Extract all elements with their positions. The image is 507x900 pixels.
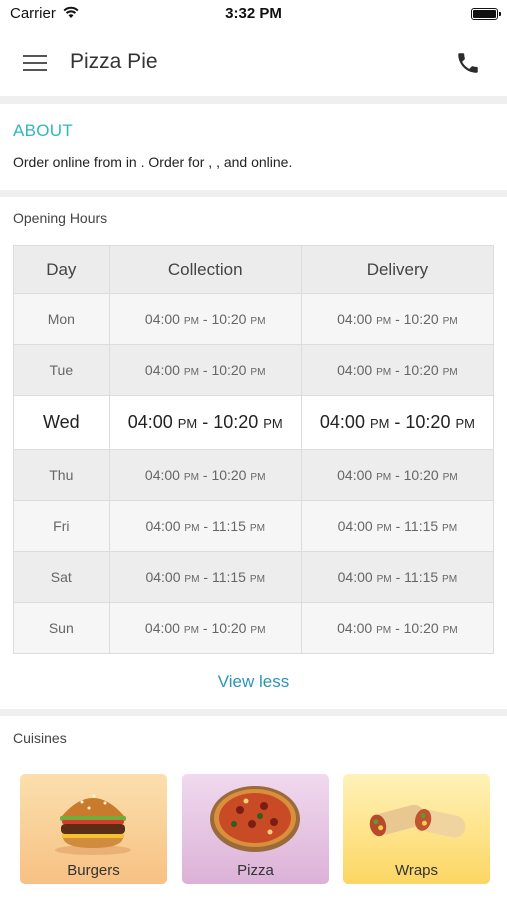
collection-time-cell: 04:00 PM - 10:20 PM (108, 449, 302, 501)
delivery-time-cell: 04:00 PM - 10:20 PM (300, 449, 495, 501)
table-row: Thu 04:00 PM - 10:20 PM 04:00 PM - 10:20 P… (13, 449, 495, 501)
day-cell: Sun (13, 602, 110, 654)
wrap-icon (369, 804, 466, 838)
table-row: Sun 04:00 PM - 10:20 PM 04:00 PM - 10:20 P… (13, 602, 495, 654)
day-cell: Sat (13, 551, 110, 603)
cuisine-label: Burgers (67, 862, 120, 879)
cuisines-title: Cuisines (13, 730, 67, 746)
delivery-time-cell: 04:00 PM - 11:15 PM (300, 500, 495, 552)
opening-hours-title: Opening Hours (13, 210, 108, 226)
day-cell: Thu (13, 449, 110, 501)
column-header-collection: Collection (108, 245, 302, 294)
about-title: ABOUT (13, 121, 74, 140)
column-header-delivery: Delivery (300, 245, 495, 294)
opening-hours-section: Opening Hours Day Collection Delivery Mo… (0, 197, 507, 709)
battery-icon (471, 8, 501, 20)
collection-time-cell: 04:00 PM - 11:15 PM (108, 500, 302, 552)
collection-time-cell: 04:00 PM - 10:20 PM (108, 293, 302, 345)
cuisine-card-burgers[interactable]: Burgers (20, 774, 167, 884)
day-cell: Tue (13, 344, 110, 396)
cuisine-label: Pizza (237, 862, 274, 879)
table-row: Wed 04:00 PM - 10:20 PM 04:00 PM - 10:20 P… (13, 395, 495, 450)
opening-hours-table: Day Collection Delivery Mon 04:00 PM - 10… (13, 245, 495, 654)
table-row: Mon 04:00 PM - 10:20 PM 04:00 PM - 10:20 P… (13, 293, 495, 345)
cuisine-card-pizza[interactable]: Pizza (182, 774, 329, 884)
cuisine-card-wraps[interactable]: Wraps (343, 774, 490, 884)
collection-time-cell: 04:00 PM - 11:15 PM (108, 551, 302, 603)
collection-time-cell: 04:00 PM - 10:20 PM (108, 602, 302, 654)
day-cell: Wed (13, 395, 110, 450)
burger-icon (55, 794, 131, 855)
clock-time: 3:32 PM (225, 5, 282, 22)
column-header-day: Day (13, 245, 110, 294)
about-section: ABOUT Order online from in . Order for ,… (0, 104, 507, 190)
table-header-row: Day Collection Delivery (13, 245, 495, 294)
app-header: Pizza Pie (0, 30, 507, 96)
collection-time-cell: 04:00 PM - 10:20 PM (108, 395, 302, 450)
day-cell: Fri (13, 500, 110, 552)
table-row: Tue 04:00 PM - 10:20 PM 04:00 PM - 10:20 P… (13, 344, 495, 396)
delivery-time-cell: 04:00 PM - 11:15 PM (300, 551, 495, 603)
delivery-time-cell: 04:00 PM - 10:20 PM (300, 344, 495, 396)
cuisine-label: Wraps (394, 862, 439, 879)
table-row: Fri 04:00 PM - 11:15 PM 04:00 PM - 11:15 P… (13, 500, 495, 552)
pizza-icon (210, 786, 300, 852)
about-text: Order online from in . Order for , , and… (13, 154, 293, 170)
status-bar: Carrier 3:32 PM (0, 0, 507, 30)
hamburger-menu-icon[interactable] (23, 52, 47, 72)
table-row: Sat 04:00 PM - 11:15 PM 04:00 PM - 11:15 P… (13, 551, 495, 603)
collection-time-cell: 04:00 PM - 10:20 PM (108, 344, 302, 396)
delivery-time-cell: 04:00 PM - 10:20 PM (300, 293, 495, 345)
view-less-link[interactable]: View less (0, 672, 507, 692)
app-title: Pizza Pie (70, 50, 158, 73)
day-cell: Mon (13, 293, 110, 345)
delivery-time-cell: 04:00 PM - 10:20 PM (300, 602, 495, 654)
delivery-time-cell: 04:00 PM - 10:20 PM (300, 395, 495, 450)
cuisines-section: Cuisines Burgers Pizza Wraps (0, 716, 507, 900)
phone-icon[interactable] (455, 50, 481, 76)
